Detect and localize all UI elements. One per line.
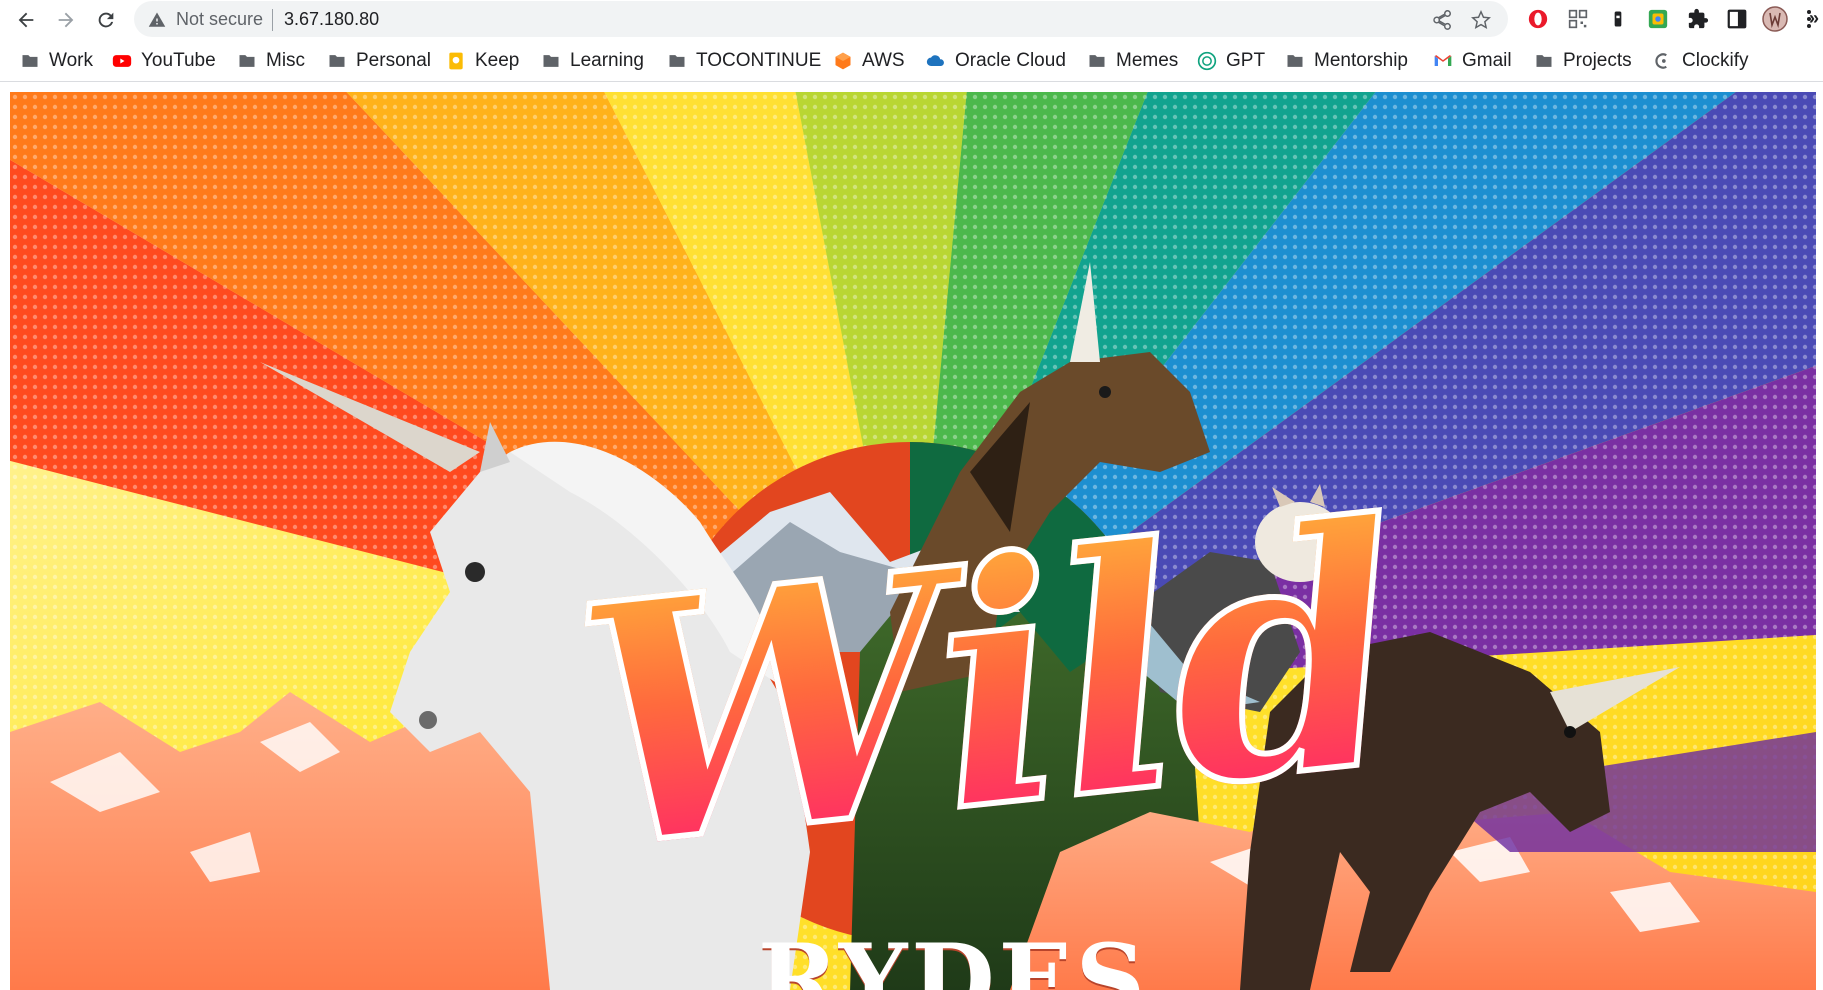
bookmark-youtube[interactable]: YouTube	[112, 48, 216, 74]
bookmark-label: Mentorship	[1314, 50, 1408, 71]
cloud-icon	[926, 51, 946, 71]
folder-icon	[1534, 51, 1554, 71]
bookmark-label: Work	[49, 50, 93, 71]
folder-icon	[20, 51, 40, 71]
bookmark-aws[interactable]: AWS	[833, 48, 905, 74]
url-text[interactable]: 3.67.180.80	[284, 9, 379, 30]
profile-avatar[interactable]	[1762, 6, 1788, 32]
gpt-icon	[1197, 51, 1217, 71]
bookmark-personal[interactable]: Personal	[327, 48, 431, 74]
bookmark-learning[interactable]: Learning	[541, 48, 644, 74]
bookmark-label: GPT	[1226, 50, 1266, 71]
bookmark-label: TOCONTINUE	[696, 50, 822, 71]
bookmarks-bar: Work YouTube Misc Personal Keep Learning TOCON…	[0, 40, 1823, 82]
wild-rydes-logo-wild: Wild	[559, 449, 1415, 926]
wild-rydes-logo-rydes: RYDES	[758, 923, 1150, 990]
bookmark-label: Learning	[570, 50, 644, 71]
folder-icon	[1087, 51, 1107, 71]
opera-extension-icon[interactable]	[1525, 6, 1551, 32]
aws-icon	[833, 51, 853, 71]
battery-extension-icon[interactable]	[1605, 6, 1631, 32]
bookmark-label: Misc	[266, 50, 306, 71]
bookmark-misc[interactable]: Misc	[237, 48, 305, 74]
qr-code-extension-icon[interactable]	[1565, 6, 1591, 32]
back-arrow-icon	[18, 12, 34, 28]
clockify-icon	[1653, 51, 1673, 71]
security-status-label[interactable]: Not secure	[176, 9, 263, 30]
browser-toolbar: Not secure 3.67.180.80	[0, 0, 1823, 40]
reload-button[interactable]	[92, 6, 120, 34]
folder-icon	[541, 51, 561, 71]
bookmark-mentorship[interactable]: Mentorship	[1285, 48, 1408, 74]
colorful-extension-icon[interactable]	[1645, 6, 1671, 32]
bookmark-label: Memes	[1116, 50, 1179, 71]
bookmark-label: Personal	[356, 50, 431, 71]
folder-icon	[1285, 51, 1305, 71]
address-bar[interactable]: Not secure 3.67.180.80	[134, 1, 1508, 37]
bookmark-gmail[interactable]: Gmail	[1433, 48, 1512, 74]
bookmark-label: Oracle Cloud	[955, 50, 1066, 71]
folder-icon	[667, 51, 687, 71]
forward-arrow-icon	[58, 12, 74, 28]
back-button[interactable]	[12, 6, 40, 34]
bookmark-label: Gmail	[1462, 50, 1512, 71]
bookmark-tocontinue[interactable]: TOCONTINUE	[667, 48, 821, 74]
gmail-icon	[1433, 51, 1453, 71]
folder-icon	[327, 51, 347, 71]
bookmark-gpt[interactable]: GPT	[1197, 48, 1265, 74]
bookmark-label: Projects	[1563, 50, 1632, 71]
keep-icon	[446, 51, 466, 71]
bookmark-memes[interactable]: Memes	[1087, 48, 1178, 74]
forward-button[interactable]	[52, 6, 80, 34]
bookmark-star-icon[interactable]	[1470, 9, 1492, 31]
omnibox-divider	[272, 9, 273, 31]
side-panel-icon[interactable]	[1724, 6, 1750, 32]
bookmark-label: YouTube	[141, 50, 216, 71]
warning-triangle-icon[interactable]	[148, 11, 166, 29]
bookmark-label: Clockify	[1682, 50, 1749, 71]
bookmark-keep[interactable]: Keep	[446, 48, 519, 74]
bookmark-clockify[interactable]: Clockify	[1653, 48, 1749, 74]
folder-icon	[237, 51, 257, 71]
youtube-icon	[112, 51, 132, 71]
extensions-puzzle-icon[interactable]	[1685, 6, 1711, 32]
reload-icon	[98, 12, 114, 28]
bookmarks-overflow-chevron[interactable]: »	[1809, 8, 1819, 29]
bookmark-oracle-cloud[interactable]: Oracle Cloud	[926, 48, 1066, 74]
page-viewport: Wild RYDES	[10, 92, 1816, 990]
bookmark-label: AWS	[862, 50, 905, 71]
bookmark-work[interactable]: Work	[20, 48, 93, 74]
bookmark-projects[interactable]: Projects	[1534, 48, 1632, 74]
share-icon[interactable]	[1431, 9, 1453, 31]
bookmark-label: Keep	[475, 50, 520, 71]
